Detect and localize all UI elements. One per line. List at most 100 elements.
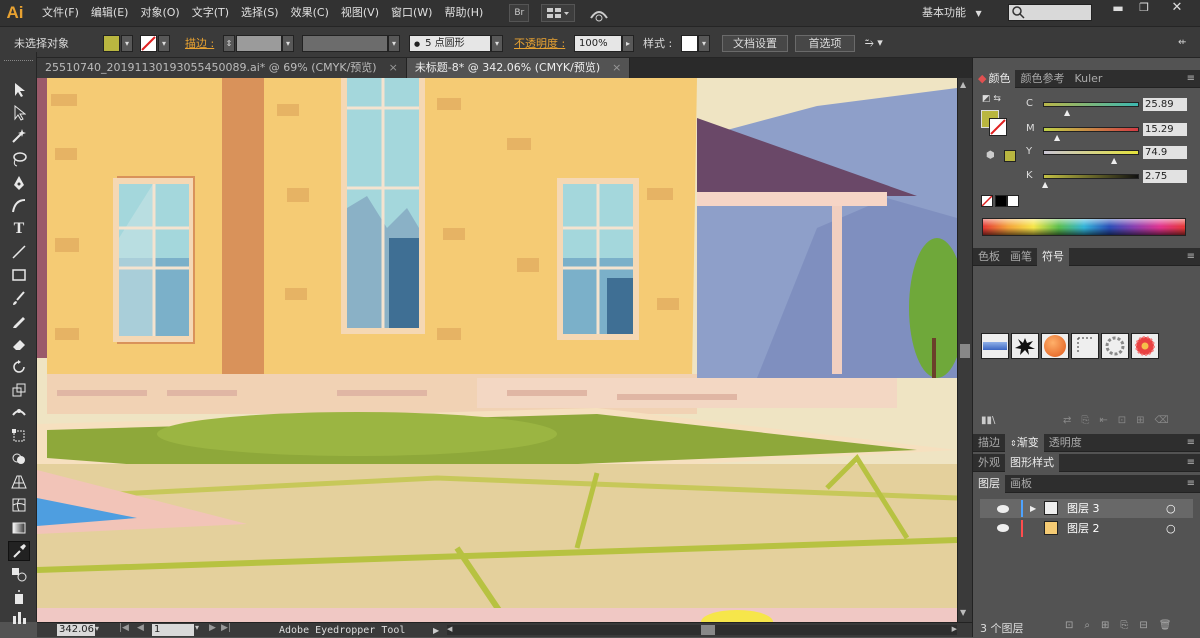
workspace-switcher[interactable]: 基本功能 ▼ [922,0,982,26]
style-swatch[interactable] [681,35,698,52]
panel-menu-icon[interactable]: ≡ [1187,478,1195,489]
rectangle-tool-icon[interactable] [8,265,30,285]
width-tool-icon[interactable] [8,403,30,423]
tab-color-guide[interactable]: 颜色参考 [1015,70,1069,88]
layers-footer-icons[interactable]: ⊡⌕⊞⎘⊟🗑 [1065,620,1182,631]
pencil-tool-icon[interactable] [8,311,30,331]
last-artboard-icon[interactable]: ▶| [221,623,231,633]
profile-dropdown[interactable]: ▾ [388,35,400,52]
tab-appearance[interactable]: 外观 [973,454,1005,472]
paintbrush-tool-icon[interactable] [8,288,30,308]
close-icon[interactable]: × [612,61,621,74]
panel-menu-icon[interactable]: ≡ [1187,251,1195,262]
artboard-canvas[interactable] [37,78,957,622]
tab-layers[interactable]: 图层 [973,475,1005,493]
out-of-gamut-icon[interactable]: ⬢ [986,150,995,161]
panel-menu-icon[interactable]: ≡ [1187,437,1195,448]
layer-target-icon[interactable]: ○ [1166,499,1176,518]
tab-symbols[interactable]: 符号 [1037,248,1069,266]
window-minimize-button[interactable]: ▬ [1108,2,1128,16]
artboard-dropdown[interactable]: ▾ [195,623,199,632]
magenta-slider[interactable] [1043,127,1139,132]
artboard-number-input[interactable]: 1 [152,624,194,636]
black-swatch[interactable] [995,195,1007,207]
tab-swatches[interactable]: 色板 [973,248,1005,266]
selection-tool-icon[interactable] [8,80,30,100]
preferences-button[interactable]: 首选项 [795,35,855,52]
gradient-tool-icon[interactable] [8,518,30,538]
scroll-left-icon[interactable]: ◀ [447,625,452,633]
menu-effect[interactable]: 效果(C) [285,0,335,26]
stroke-swatch[interactable] [140,35,157,52]
symbols-footer-icons[interactable]: ⇄⎘⇤⊡⊞⌫ [1063,415,1179,426]
brush-definition[interactable]: ● 5 点圆形 [409,35,491,52]
scroll-right-icon[interactable]: ▶ [952,625,957,633]
symbol-library-menu-icon[interactable]: ▮▮\ [981,415,995,426]
menu-select[interactable]: 选择(S) [235,0,285,26]
tab-document-1[interactable]: 25510740_20191130193055450089.ai* @ 69% … [37,58,407,78]
horizontal-scrollbar[interactable]: ◀ ▶ [447,625,957,635]
symbol-orange-circle[interactable] [1041,333,1069,359]
black-slider[interactable] [1043,174,1139,179]
opacity-label[interactable]: 不透明度 : [514,35,565,52]
symbol-dotted-frame[interactable] [1071,333,1099,359]
free-transform-tool-icon[interactable] [8,426,30,446]
scroll-up-icon[interactable]: ▲ [960,80,966,89]
white-swatch[interactable] [1007,195,1019,207]
symbol-ring[interactable] [1101,333,1129,359]
close-icon[interactable]: × [389,61,398,74]
fill-swatch[interactable] [103,35,120,52]
layer-target-icon[interactable]: ○ [1166,519,1176,538]
eyedropper-tool-icon[interactable] [8,541,30,561]
stroke-label[interactable]: 描边 : [185,35,214,52]
arrange-documents-button[interactable] [541,4,576,22]
panel-menu-icon[interactable]: ≡ [1187,73,1195,84]
yellow-slider[interactable] [1043,150,1139,155]
toolbar-grip[interactable] [4,60,33,63]
perspective-grid-tool-icon[interactable] [8,472,30,492]
cyan-value-input[interactable]: 25.89 [1143,98,1187,111]
menu-type[interactable]: 文字(T) [186,0,235,26]
menu-help[interactable]: 帮助(H) [438,0,489,26]
prev-artboard-icon[interactable]: ◀ [137,623,144,633]
curvature-tool-icon[interactable] [8,196,30,216]
rotate-tool-icon[interactable] [8,357,30,377]
scale-tool-icon[interactable] [8,380,30,400]
symbol-red-flower[interactable] [1131,333,1159,359]
layer-row[interactable]: 图层 2 ○ [980,519,1193,538]
scroll-thumb[interactable] [960,344,970,358]
variable-width-profile[interactable] [302,35,388,52]
fill-dropdown[interactable]: ▾ [121,35,133,52]
none-swatch[interactable] [981,195,993,207]
magenta-value-input[interactable]: 15.29 [1143,123,1187,136]
zoom-dropdown[interactable]: ▾ [95,624,99,633]
pen-tool-icon[interactable] [8,173,30,193]
symbol-ink-splat[interactable] [1011,333,1039,359]
black-value-input[interactable]: 2.75 [1143,170,1187,183]
tab-stroke[interactable]: 描边 [973,434,1005,452]
layer-name[interactable]: 图层 2 [1067,519,1100,538]
eraser-tool-icon[interactable] [8,334,30,354]
panel-menu-icon[interactable]: ⇷ [1178,37,1186,48]
type-tool-icon[interactable]: T [8,219,30,239]
first-artboard-icon[interactable]: |◀ [119,623,129,633]
layer-row[interactable]: ▶ 图层 3 ○ [980,499,1193,518]
next-artboard-icon[interactable]: ▶ [209,623,216,633]
tab-brushes[interactable]: 画笔 [1005,248,1037,266]
direct-selection-tool-icon[interactable] [8,103,30,123]
window-restore-button[interactable]: ❐ [1134,2,1154,16]
shape-builder-tool-icon[interactable] [8,449,30,469]
tab-transparency[interactable]: 透明度 [1044,434,1087,452]
arrange-icon[interactable]: ⥲ ▾ [865,36,895,51]
horizontal-scroll-thumb[interactable] [701,625,715,635]
stroke-dropdown[interactable]: ▾ [158,35,170,52]
layer-name[interactable]: 图层 3 [1067,499,1100,518]
artwork-illustration[interactable] [37,78,957,622]
search-field[interactable] [1008,4,1092,21]
line-tool-icon[interactable] [8,242,30,262]
brush-dropdown[interactable]: ▾ [491,35,503,52]
window-close-button[interactable]: ✕ [1164,0,1190,16]
bridge-button[interactable]: Br [509,4,530,22]
panel-menu-icon[interactable]: ≡ [1187,457,1195,468]
stroke-weight-dropdown[interactable]: ▾ [282,35,294,52]
